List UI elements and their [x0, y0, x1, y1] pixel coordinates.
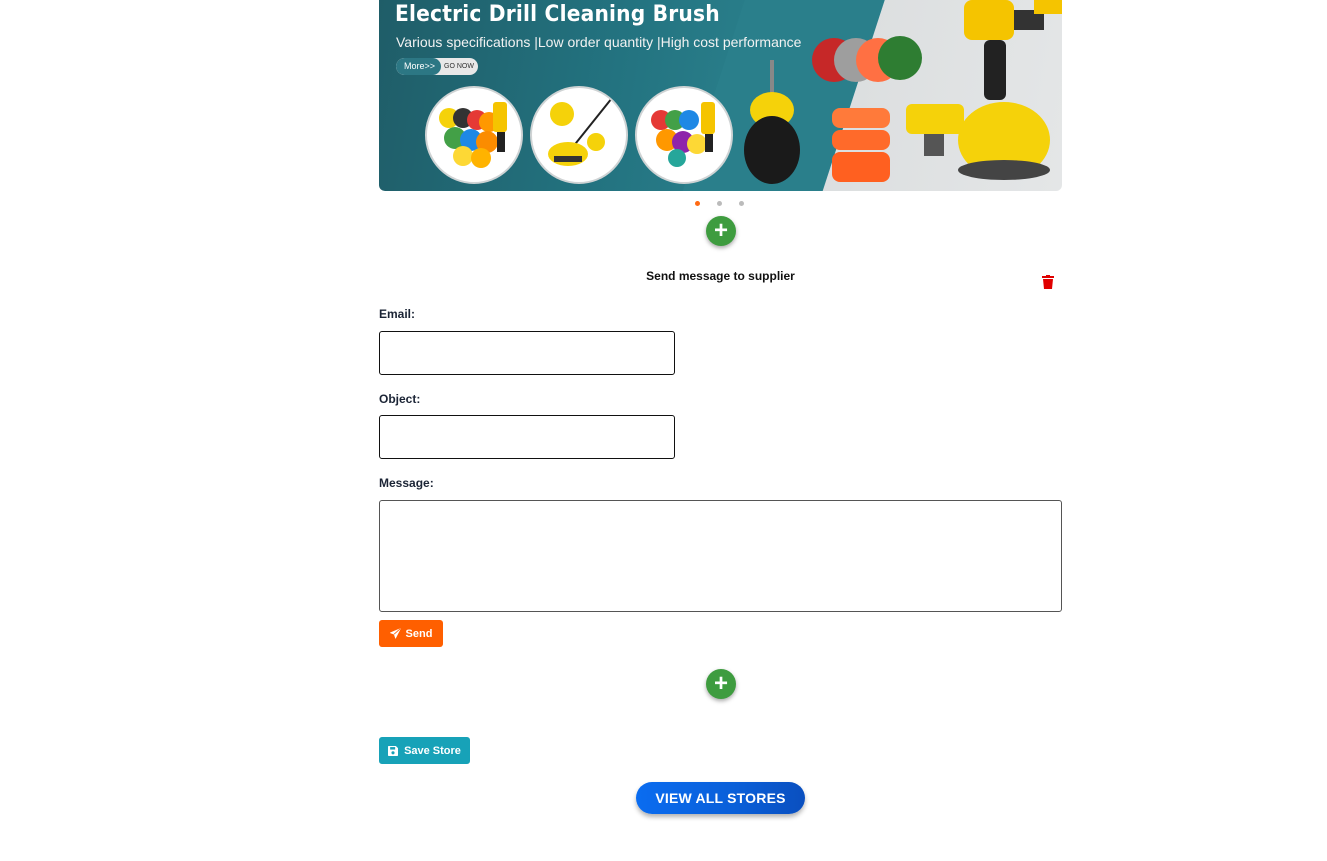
email-label: Email: — [379, 307, 416, 321]
floppy-disk-icon — [388, 745, 399, 756]
save-store-button[interactable]: Save Store — [379, 737, 470, 764]
product-thumbnail-3 — [635, 86, 733, 184]
brush-set-icon — [439, 102, 507, 168]
brush-kit-icon — [651, 102, 715, 167]
carousel-pagination — [695, 201, 744, 206]
trash-icon[interactable] — [1042, 275, 1054, 289]
add-section-button-bottom[interactable]: + — [706, 669, 736, 699]
banner-more-button[interactable]: More>> GO NOW — [396, 58, 478, 75]
drill-brush-artwork — [744, 0, 1062, 184]
promo-banner[interactable]: Electric Drill Cleaning Brush Various sp… — [379, 0, 1062, 191]
carousel-dot-3[interactable] — [739, 201, 744, 206]
banner-go-now-label: GO NOW — [444, 63, 474, 70]
send-button[interactable]: Send — [379, 620, 443, 647]
carousel-dot-1[interactable] — [695, 201, 700, 206]
carousel-dot-2[interactable] — [717, 201, 722, 206]
plus-icon: + — [713, 670, 728, 697]
banner-title: Electric Drill Cleaning Brush — [395, 2, 720, 27]
view-all-stores-button[interactable]: VIEW ALL STORES — [636, 782, 805, 814]
object-label: Object: — [379, 392, 421, 406]
product-thumbnail-1 — [425, 86, 523, 184]
email-field[interactable] — [379, 331, 675, 375]
product-thumbnail-2 — [530, 86, 628, 184]
plus-icon: + — [713, 217, 728, 244]
save-store-label: Save Store — [404, 744, 461, 757]
add-section-button-top[interactable]: + — [706, 216, 736, 246]
message-textarea[interactable] — [379, 500, 1062, 612]
store-editor-page: Electric Drill Cleaning Brush Various sp… — [0, 0, 1327, 861]
paper-plane-icon — [389, 628, 401, 639]
send-button-label: Send — [405, 627, 433, 640]
brush-icon — [548, 97, 613, 166]
form-title: Send message to supplier — [646, 269, 795, 283]
message-label: Message: — [379, 476, 434, 490]
object-field[interactable] — [379, 415, 675, 459]
banner-more-label: More>> — [396, 58, 442, 75]
